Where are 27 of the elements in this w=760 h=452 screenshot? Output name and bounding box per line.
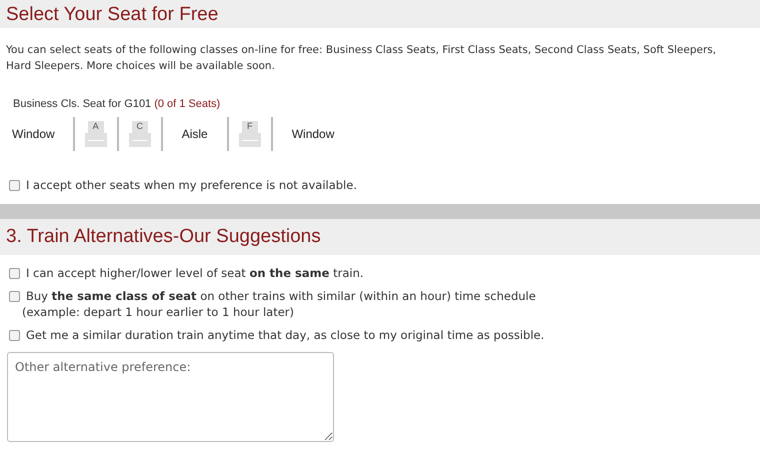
intro-text: You can select seats of the following classes on-line for free: Business Class Seats, First Class Seats, Second Class Seats, Soft Sleepers, Hard Sleepers. More choices will be available soon. <box>5 43 718 74</box>
seat-class-label: Business Cls. Seat for G101 <box>13 97 152 112</box>
option-note: (example: depart 1 hour earlier to 1 hour later) <box>22 304 296 320</box>
checkbox-label: I can accept higher/lower level of seat on the same train. <box>26 264 364 280</box>
checkbox[interactable] <box>9 290 20 302</box>
seat-position-label: Window <box>12 126 56 142</box>
checkbox-label: I accept other seats when my preference is not available. <box>26 176 357 194</box>
seat-button[interactable]: F <box>238 120 261 146</box>
seat-position-label: Aisle <box>180 126 209 142</box>
seat-count: (0 of 1 Seats) <box>154 97 220 112</box>
seat-button[interactable]: A <box>84 120 107 146</box>
checkbox[interactable] <box>9 268 20 278</box>
seat-letter: A <box>92 122 100 130</box>
checkbox[interactable] <box>9 180 20 190</box>
seat-letter: F <box>246 122 254 130</box>
seat-button[interactable]: C <box>128 120 151 146</box>
checkbox-label: Buy the same class of seat on other trains with similar (within an hour) time schedule <box>26 288 536 304</box>
seat-icon <box>238 120 261 146</box>
seat-icon <box>128 120 151 146</box>
seat-icon <box>84 120 107 146</box>
section-title: 3. Train Alternatives-Our Suggestions <box>6 227 321 246</box>
preference-field[interactable]: Other alternative preference: <box>7 352 334 442</box>
seat-position-label: Window <box>290 126 336 142</box>
checkbox[interactable] <box>9 330 20 340</box>
checkbox-label: Get me a similar duration train anytime that day, as close to my original time as possible. <box>26 326 544 342</box>
section-title: Select Your Seat for Free <box>6 4 218 24</box>
seat-letter: C <box>135 122 144 130</box>
